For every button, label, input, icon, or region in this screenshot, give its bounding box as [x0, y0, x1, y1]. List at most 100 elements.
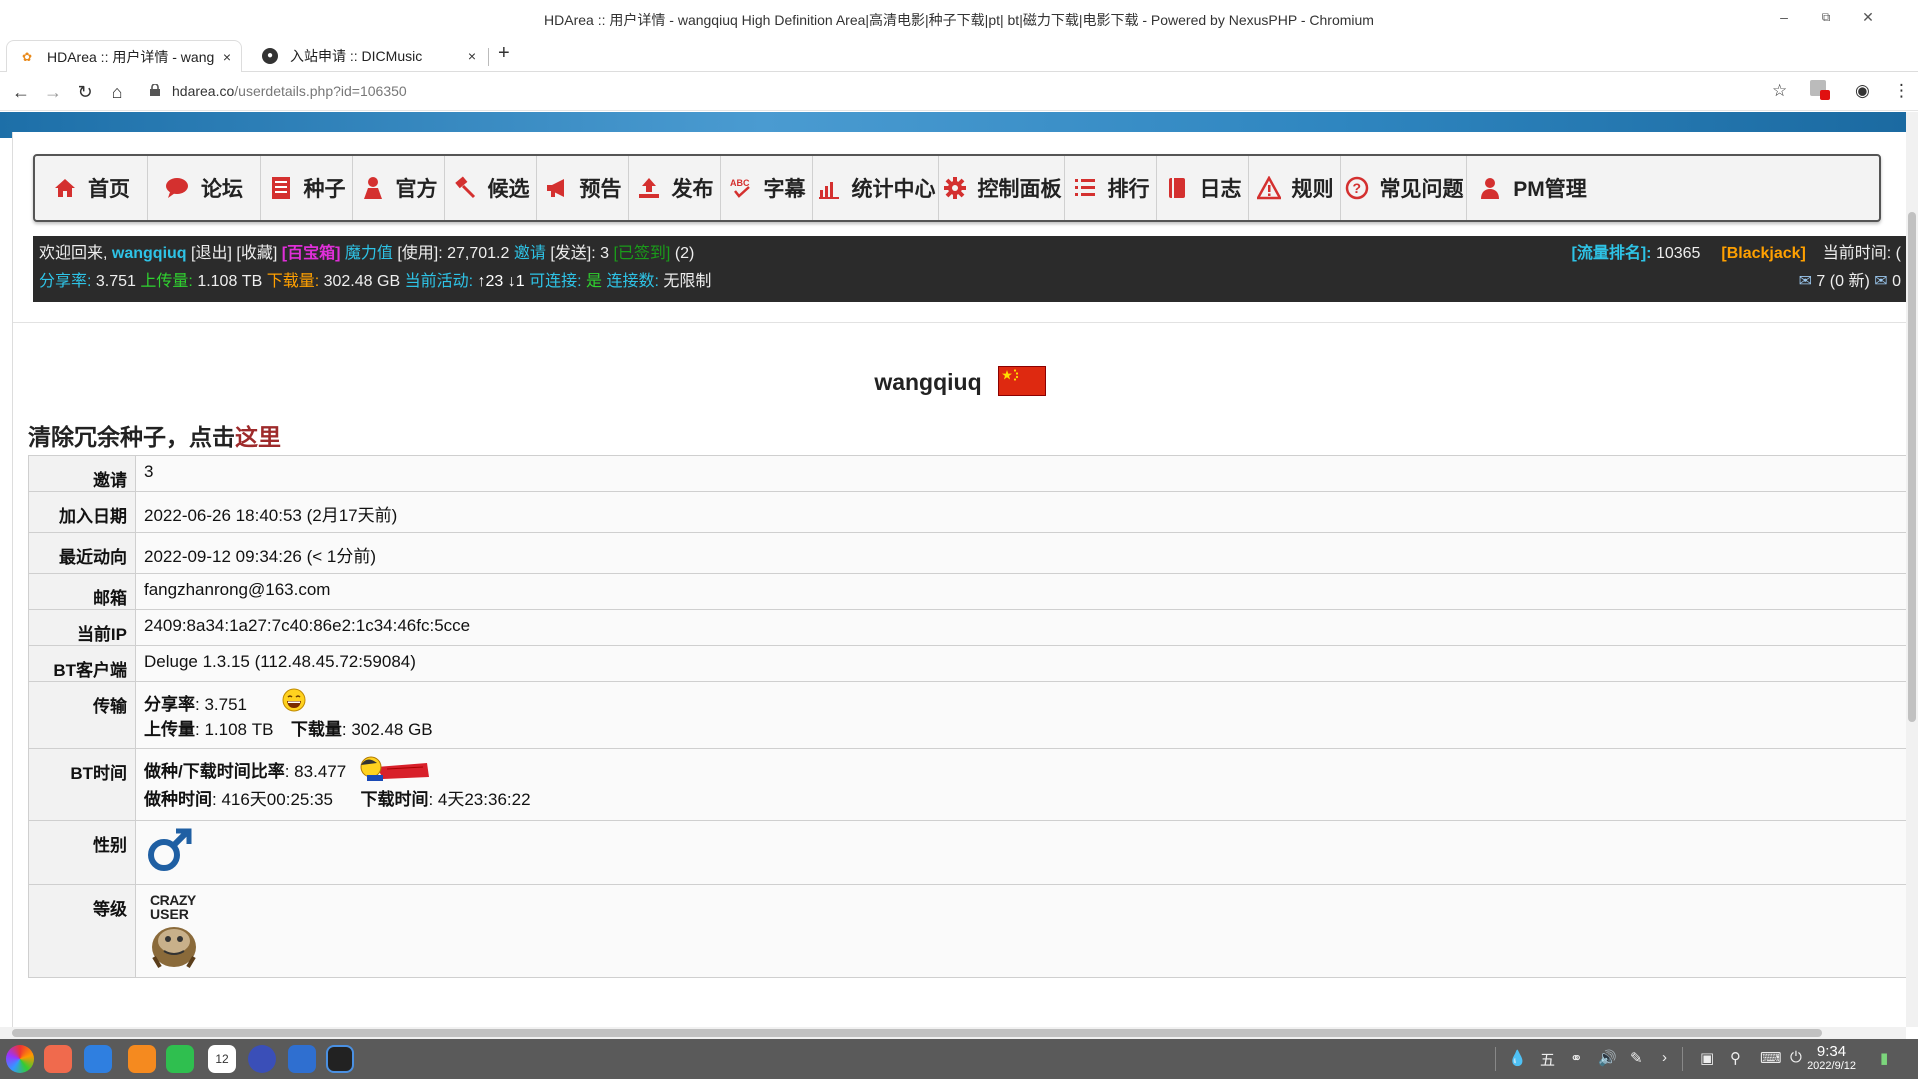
menu-item-home[interactable]: 首页 — [35, 156, 148, 220]
vertical-scrollbar[interactable] — [1906, 112, 1918, 1027]
menu-item-ranking[interactable]: 排行 — [1065, 156, 1157, 220]
menu-item-control-panel[interactable]: 控制面板 — [939, 156, 1065, 220]
person-icon — [360, 175, 386, 201]
tab-dicmusic[interactable]: ● 入站申请 :: DICMusic × — [250, 40, 486, 72]
favorites-link[interactable]: [收藏] — [236, 245, 277, 262]
search-icon[interactable]: ⚲ — [1730, 1049, 1741, 1067]
os-taskbar: 12 💧 五 ⚭ 🔊 ✎ › ▣ ⚲ ⌨ ⏻ 9:34 2022/9/12 ▮ — [0, 1039, 1918, 1079]
tab-close-icon[interactable]: × — [218, 41, 231, 72]
rank-label: [流量排名]: — [1571, 245, 1652, 262]
menu-item-forum[interactable]: 论坛 — [148, 156, 261, 220]
clean-here-link[interactable]: 这里 — [235, 424, 281, 450]
row-label: 传输 — [28, 681, 136, 749]
forward-arrow-icon[interactable]: → — [40, 79, 66, 105]
magic-use-link[interactable]: [使用]: 27,701.2 — [397, 245, 509, 262]
table-row: 邮箱 fangzhanrong@163.com — [28, 573, 1906, 610]
url-input[interactable]: hdarea.co/userdetails.php?id=106350 — [172, 83, 407, 99]
bookmark-star-icon[interactable]: ☆ — [1772, 81, 1787, 101]
menu-label: 官方 — [395, 178, 438, 201]
flying-superman-icon — [360, 756, 429, 781]
menu-item-official[interactable]: 官方 — [353, 156, 445, 220]
menu-item-torrents[interactable]: 种子 — [261, 156, 353, 220]
connections-label: 连接数: — [606, 273, 659, 290]
downloader-icon[interactable] — [288, 1045, 316, 1073]
menu-label: 控制面板 — [977, 178, 1062, 201]
expand-tray-icon[interactable]: › — [1662, 1049, 1667, 1066]
tab-close-icon[interactable]: × — [468, 40, 476, 72]
chat-icon — [165, 175, 191, 201]
minimize-button[interactable]: – — [1774, 8, 1794, 26]
clock-time: 9:34 — [1816, 1043, 1847, 1060]
username-link[interactable]: wangqiuq — [112, 245, 187, 262]
power-icon[interactable]: ⏻ — [1790, 1049, 1802, 1066]
new-tab-button[interactable]: + — [498, 42, 510, 65]
download-label: 下载量: — [266, 273, 320, 290]
logout-link[interactable]: [退出] — [191, 245, 232, 262]
profile-icon[interactable]: ◉ — [1855, 81, 1870, 101]
menu-label: 日志 — [1199, 178, 1242, 201]
keyboard-icon[interactable]: ⌨ — [1760, 1049, 1782, 1067]
app-grid-icon[interactable] — [44, 1045, 72, 1073]
user-status-bar: 欢迎回来, wangqiuq [退出] [收藏] [百宝箱] 魔力值 [使用]:… — [33, 236, 1906, 302]
input-method-icon[interactable]: 五 — [1540, 1049, 1555, 1070]
treasure-link[interactable]: [百宝箱] — [282, 245, 341, 262]
restore-button[interactable]: ⧉ — [1816, 8, 1836, 26]
menu-item-stats[interactable]: 统计中心 — [813, 156, 939, 220]
calendar-icon[interactable]: 12 — [208, 1045, 236, 1073]
scrollbar-thumb[interactable] — [12, 1029, 1822, 1037]
battery-icon[interactable]: ▮ — [1880, 1049, 1888, 1067]
system-clock[interactable]: 9:34 2022/9/12 — [1807, 1043, 1856, 1072]
launcher-icon[interactable] — [6, 1045, 34, 1073]
menu-item-log[interactable]: 日志 — [1157, 156, 1249, 220]
menu-item-faq[interactable]: ? 常见问题 — [1341, 156, 1467, 220]
pen-icon[interactable]: ✎ — [1630, 1049, 1643, 1067]
seed-ratio-label: 做种/下载时间比率 — [144, 762, 285, 781]
blackjack-link[interactable]: [Blackjack] — [1721, 245, 1806, 262]
volume-icon[interactable]: 🔊 — [1598, 1049, 1617, 1067]
music-icon[interactable] — [166, 1045, 194, 1073]
settings-icon[interactable] — [248, 1045, 276, 1073]
magic-label: 魔力值 — [344, 245, 393, 262]
seed-time-value: : 416天00:25:35 — [212, 790, 333, 809]
reload-icon[interactable]: ↻ — [72, 79, 98, 105]
menu-item-rules[interactable]: 规则 — [1249, 156, 1341, 220]
table-row: 最近动向 2022-09-12 09:34:26 (< 1分前) — [28, 532, 1906, 574]
tab-hdarea[interactable]: ✿ HDArea :: 用户详情 - wang × — [6, 40, 242, 72]
scrollbar-thumb[interactable] — [1908, 212, 1916, 722]
horizontal-scrollbar[interactable] — [0, 1027, 1906, 1039]
invite-label: 邀请 — [513, 245, 546, 262]
extension-icon[interactable] — [1810, 80, 1830, 101]
menu-item-upload[interactable]: 发布 — [629, 156, 721, 220]
back-arrow-icon[interactable]: ← — [8, 79, 34, 105]
store-icon[interactable] — [128, 1045, 156, 1073]
ratio-value: 3.751 — [95, 273, 136, 290]
globe-icon: ● — [262, 48, 278, 64]
network-drop-icon[interactable]: 💧 — [1508, 1049, 1527, 1067]
envelope-icon[interactable]: ✉ — [1799, 273, 1812, 290]
usb-icon[interactable]: ⚭ — [1570, 1049, 1583, 1067]
active-leeching: ↓1 — [507, 273, 525, 290]
invite-send-link[interactable]: [发送]: 3 — [550, 245, 609, 262]
inbox-icon[interactable]: ✉ — [1874, 273, 1887, 290]
close-window-button[interactable]: ✕ — [1858, 8, 1878, 26]
address-bar: ← → ↻ ⌂ hdarea.co/userdetails.php?id=106… — [0, 73, 1918, 111]
url-path: /userdetails.php?id=106350 — [234, 83, 407, 99]
menu-item-candidates[interactable]: 候选 — [445, 156, 537, 220]
download-time-value: : 4天23:36:22 — [428, 790, 531, 809]
chromium-icon[interactable] — [326, 1045, 354, 1073]
menu-label: 候选 — [487, 178, 530, 201]
menu-item-subtitles[interactable]: ABC 字幕 — [721, 156, 813, 220]
book-icon — [1164, 175, 1190, 201]
messages-link[interactable]: 7 (0 新) — [1816, 273, 1869, 290]
signed-in-badge: [已签到] — [613, 245, 671, 262]
menu-item-pm[interactable]: PM管理 — [1467, 156, 1597, 220]
menu-label: 规则 — [1291, 178, 1334, 201]
menu-label: 种子 — [303, 178, 346, 201]
menu-item-trailers[interactable]: 预告 — [537, 156, 629, 220]
file-manager-icon[interactable] — [84, 1045, 112, 1073]
lock-icon[interactable] — [150, 84, 160, 96]
svg-text:ABC: ABC — [730, 178, 750, 188]
home-icon[interactable]: ⌂ — [104, 79, 130, 105]
screenshot-icon[interactable]: ▣ — [1700, 1049, 1714, 1067]
menu-kebab-icon[interactable]: ⋮ — [1893, 81, 1910, 101]
